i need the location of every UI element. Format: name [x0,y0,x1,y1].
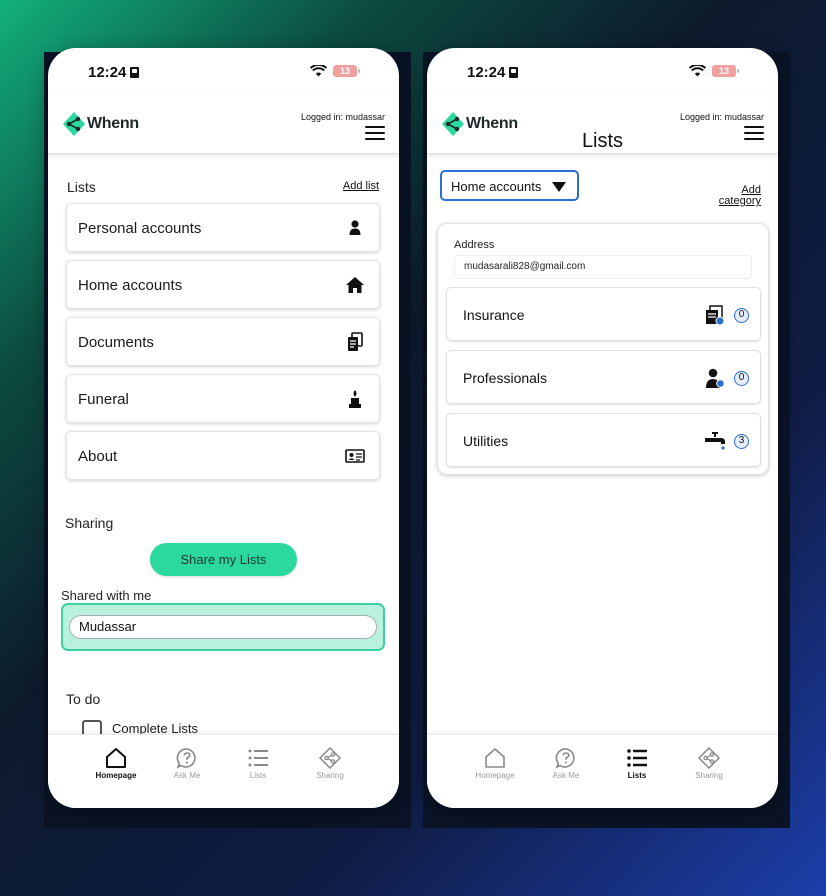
battery-icon: 13 [712,65,739,77]
wifi-icon [310,65,327,77]
tab-label: Sharing [695,771,723,780]
status-icons: 13 [310,65,360,77]
house-icon [346,277,364,293]
menu-icon[interactable] [744,126,764,140]
shared-user-item[interactable]: Mudassar [69,615,377,639]
list-select-dropdown[interactable]: Home accounts [440,170,579,201]
category-label: Professionals [463,370,548,386]
category-professionals[interactable]: Professionals 0 [446,350,761,404]
category-panel: Address mudasarali828@gmail.com Insuranc… [437,223,769,475]
share-icon [698,747,720,769]
tab-homepage[interactable]: Homepage [460,747,530,780]
category-count-badge: 3 [734,434,749,449]
tab-ask-me[interactable]: Ask Me [531,747,601,780]
sim-card-icon [130,67,140,78]
tab-label: Homepage [475,771,515,780]
category-label: Insurance [463,307,525,323]
list-icon [248,749,268,767]
address-value[interactable]: mudasarali828@gmail.com [454,255,752,279]
urn-icon [349,390,361,408]
logo[interactable]: Whenn [62,111,139,137]
insurance-icon [706,305,725,326]
professional-icon [706,368,725,388]
app-header: Whenn Lists Logged in: mudassar [427,94,778,154]
id-card-icon [345,449,365,463]
status-time: 12:24 [467,64,519,81]
brand-name: Whenn [87,115,139,132]
shared-with-me-box: Mudassar [61,603,385,651]
battery-icon: 13 [333,65,360,77]
faucet-icon [705,432,725,450]
page-title: Lists [581,130,624,152]
list-item-label: Home accounts [78,277,183,294]
question-bubble-icon [555,748,575,769]
menu-icon[interactable] [365,126,385,140]
list-icon [627,749,647,767]
status-time: 12:24 [88,64,140,81]
status-bar: 12:24 13 [427,48,778,94]
phone-homepage: 12:24 13 Whenn Logged in: mudassar Lists… [48,48,399,808]
list-item-funeral[interactable]: Funeral [66,374,380,423]
category-count-badge: 0 [734,371,749,386]
lists-heading: Lists [67,179,96,195]
dropdown-arrow-icon [552,182,566,192]
address-label: Address [454,239,495,251]
list-item-label: Personal accounts [78,220,202,237]
add-category-link[interactable]: Add category [719,185,761,207]
list-item-label: Documents [78,334,154,351]
tab-ask-me[interactable]: Ask Me [152,747,222,780]
logged-in-label: Logged in: mudassar [679,112,764,122]
sim-card-icon [509,67,519,78]
list-item-documents[interactable]: Documents [66,317,380,366]
sharing-heading: Sharing [65,515,114,531]
tab-label: Ask Me [173,771,201,780]
list-item-label: Funeral [78,391,129,408]
shared-with-me-heading: Shared with me [61,588,152,603]
wifi-icon [689,65,706,77]
share-icon [319,747,341,769]
list-item-home-accounts[interactable]: Home accounts [66,260,380,309]
tab-lists[interactable]: Lists [223,747,293,780]
home-icon [485,748,505,768]
add-list-link[interactable]: Add list [343,181,379,192]
dropdown-value: Home accounts [451,179,542,194]
person-icon [349,220,361,235]
tab-label: Lists [249,771,267,780]
status-icons: 13 [689,65,739,77]
share-my-lists-button[interactable]: Share my Lists [150,543,297,576]
tab-sharing[interactable]: Sharing [295,747,365,780]
documents-icon [348,332,363,351]
app-header: Whenn Logged in: mudassar [48,94,399,154]
tab-lists[interactable]: Lists [602,747,672,780]
bottom-tab-bar: Homepage Ask Me Lists Sharing [48,734,399,808]
todo-heading: To do [66,691,101,707]
category-count-badge: 0 [734,308,749,323]
phone-lists: 12:24 13 Whenn Lists Logged in: mudassar… [427,48,778,808]
tab-label: Ask Me [552,771,580,780]
category-utilities[interactable]: Utilities 3 [446,413,761,467]
list-item-personal-accounts[interactable]: Personal accounts [66,203,380,252]
list-item-label: About [78,448,118,465]
status-bar: 12:24 13 [48,48,399,94]
bottom-tab-bar: Homepage Ask Me Lists Sharing [427,734,778,808]
home-icon [106,748,126,768]
tab-homepage[interactable]: Homepage [81,747,151,780]
category-label: Utilities [463,433,509,449]
question-bubble-icon [176,748,196,769]
tab-sharing[interactable]: Sharing [674,747,744,780]
list-item-about[interactable]: About [66,431,380,480]
logged-in-label: Logged in: mudassar [300,112,385,122]
tab-label: Sharing [316,771,344,780]
category-insurance[interactable]: Insurance 0 [446,287,761,341]
tab-label: Lists [627,771,647,780]
tab-label: Homepage [95,771,137,780]
whenn-logo-icon [63,112,85,136]
